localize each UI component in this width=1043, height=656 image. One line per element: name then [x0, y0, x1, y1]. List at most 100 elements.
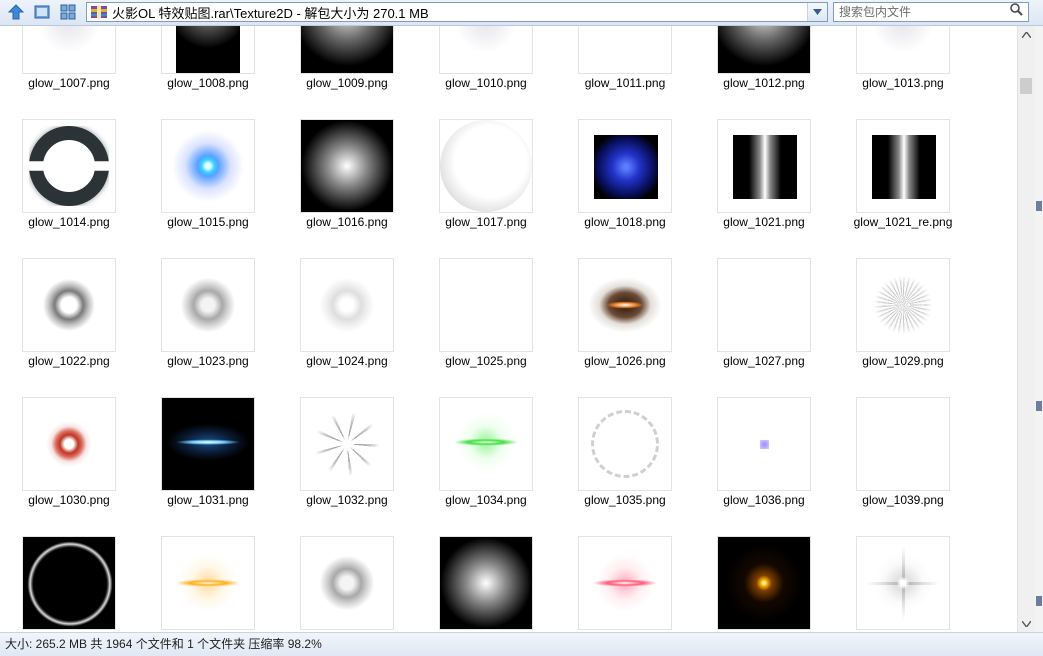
file-thumbnail[interactable]: [300, 119, 394, 213]
file-item[interactable]: glow_1021_re.png: [834, 113, 964, 243]
file-name-label: glow_1025.png: [445, 354, 527, 368]
file-item[interactable]: glow_1027.png: [695, 252, 825, 382]
file-thumbnail[interactable]: [439, 258, 533, 352]
file-thumbnail[interactable]: [717, 258, 811, 352]
chevron-down-icon[interactable]: [807, 3, 827, 21]
file-name-label: glow_1007.png: [28, 76, 110, 90]
file-name-label: glow_1010.png: [445, 76, 527, 90]
edge-marker: [1036, 596, 1042, 606]
scroll-up-icon[interactable]: [1018, 26, 1035, 43]
file-thumbnail[interactable]: [300, 258, 394, 352]
file-item[interactable]: glow_1013.png: [834, 26, 964, 104]
file-thumbnail[interactable]: [439, 119, 533, 213]
file-thumbnail[interactable]: [439, 397, 533, 491]
file-item[interactable]: [278, 530, 408, 632]
search-icon[interactable]: [1010, 3, 1023, 21]
file-item[interactable]: glow_1023.png: [139, 252, 269, 382]
file-item[interactable]: [139, 530, 269, 632]
file-thumbnail[interactable]: [439, 26, 533, 74]
vertical-scrollbar[interactable]: [1017, 26, 1035, 632]
file-item[interactable]: glow_1026.png: [556, 252, 686, 382]
scroll-down-icon[interactable]: [1018, 615, 1035, 632]
file-thumbnail[interactable]: [717, 536, 811, 630]
file-item[interactable]: glow_1014.png: [0, 113, 130, 243]
file-item[interactable]: glow_1007.png: [0, 26, 130, 104]
file-item[interactable]: glow_1029.png: [834, 252, 964, 382]
scroll-thumb[interactable]: [1020, 78, 1032, 94]
up-arrow-icon[interactable]: [6, 2, 26, 22]
file-item[interactable]: glow_1032.png: [278, 391, 408, 521]
file-thumbnail[interactable]: [22, 26, 116, 74]
file-thumbnail[interactable]: [856, 26, 950, 74]
thumbnail-image: [857, 259, 949, 351]
file-item[interactable]: glow_1025.png: [417, 252, 547, 382]
file-item[interactable]: glow_1011.png: [556, 26, 686, 104]
file-thumbnail[interactable]: [161, 397, 255, 491]
file-name-label: glow_1026.png: [584, 354, 666, 368]
file-item[interactable]: glow_1039.png: [834, 391, 964, 521]
file-thumbnail[interactable]: [161, 26, 255, 74]
file-thumbnail[interactable]: [300, 536, 394, 630]
file-thumbnail[interactable]: [578, 397, 672, 491]
file-name-label: glow_1036.png: [723, 493, 805, 507]
file-thumbnail[interactable]: [856, 397, 950, 491]
file-item[interactable]: glow_1015.png: [139, 113, 269, 243]
file-item[interactable]: glow_1012.png: [695, 26, 825, 104]
file-item[interactable]: glow_1024.png: [278, 252, 408, 382]
file-item[interactable]: [556, 530, 686, 632]
file-thumbnail[interactable]: [161, 536, 255, 630]
file-item[interactable]: glow_1016.png: [278, 113, 408, 243]
search-input[interactable]: [837, 4, 1006, 20]
file-thumbnail[interactable]: [22, 397, 116, 491]
file-thumbnail[interactable]: [717, 26, 811, 74]
thumbnail-image: [440, 537, 532, 629]
file-item[interactable]: glow_1009.png: [278, 26, 408, 104]
file-name-label: glow_1016.png: [306, 215, 388, 229]
file-item[interactable]: glow_1036.png: [695, 391, 825, 521]
file-thumbnail[interactable]: [856, 258, 950, 352]
file-thumbnail[interactable]: [578, 258, 672, 352]
file-item[interactable]: glow_1031.png: [139, 391, 269, 521]
file-thumbnail[interactable]: [300, 26, 394, 74]
file-thumbnail[interactable]: [22, 258, 116, 352]
file-item[interactable]: glow_1018.png: [556, 113, 686, 243]
file-item[interactable]: [695, 530, 825, 632]
file-name-label: glow_1012.png: [723, 76, 805, 90]
file-thumbnail[interactable]: [717, 119, 811, 213]
file-thumbnail[interactable]: [578, 119, 672, 213]
file-item[interactable]: [834, 530, 964, 632]
thumbnail-image: [23, 259, 115, 351]
thumbnail-image: [440, 26, 532, 73]
file-thumbnail[interactable]: [161, 119, 255, 213]
view-thumbnails-icon[interactable]: [58, 2, 78, 22]
file-thumbnail[interactable]: [578, 536, 672, 630]
file-thumbnail[interactable]: [22, 119, 116, 213]
file-thumbnail[interactable]: [161, 258, 255, 352]
file-thumbnail[interactable]: [578, 26, 672, 74]
file-thumbnail[interactable]: [856, 119, 950, 213]
file-thumbnail[interactable]: [439, 536, 533, 630]
thumbnail-image: [301, 26, 393, 73]
file-item[interactable]: glow_1008.png: [139, 26, 269, 104]
address-bar[interactable]: 火影OL 特效贴图.rar\Texture2D - 解包大小为 270.1 MB: [86, 2, 828, 22]
file-item[interactable]: glow_1022.png: [0, 252, 130, 382]
thumbnail-image: [440, 398, 532, 490]
thumbnail-image: [733, 135, 797, 199]
file-name-label: glow_1022.png: [28, 354, 110, 368]
file-name-label: glow_1017.png: [445, 215, 527, 229]
file-item[interactable]: [417, 530, 547, 632]
file-item[interactable]: glow_1035.png: [556, 391, 686, 521]
file-thumbnail[interactable]: [22, 536, 116, 630]
file-name-label: glow_1034.png: [445, 493, 527, 507]
file-thumbnail[interactable]: [300, 397, 394, 491]
side-panel-edge: [1035, 26, 1043, 632]
file-thumbnail[interactable]: [717, 397, 811, 491]
view-details-icon[interactable]: [32, 2, 52, 22]
file-item[interactable]: [0, 530, 130, 632]
file-item[interactable]: glow_1021.png: [695, 113, 825, 243]
file-item[interactable]: glow_1034.png: [417, 391, 547, 521]
file-item[interactable]: glow_1030.png: [0, 391, 130, 521]
file-item[interactable]: glow_1010.png: [417, 26, 547, 104]
file-item[interactable]: glow_1017.png: [417, 113, 547, 243]
file-thumbnail[interactable]: [856, 536, 950, 630]
